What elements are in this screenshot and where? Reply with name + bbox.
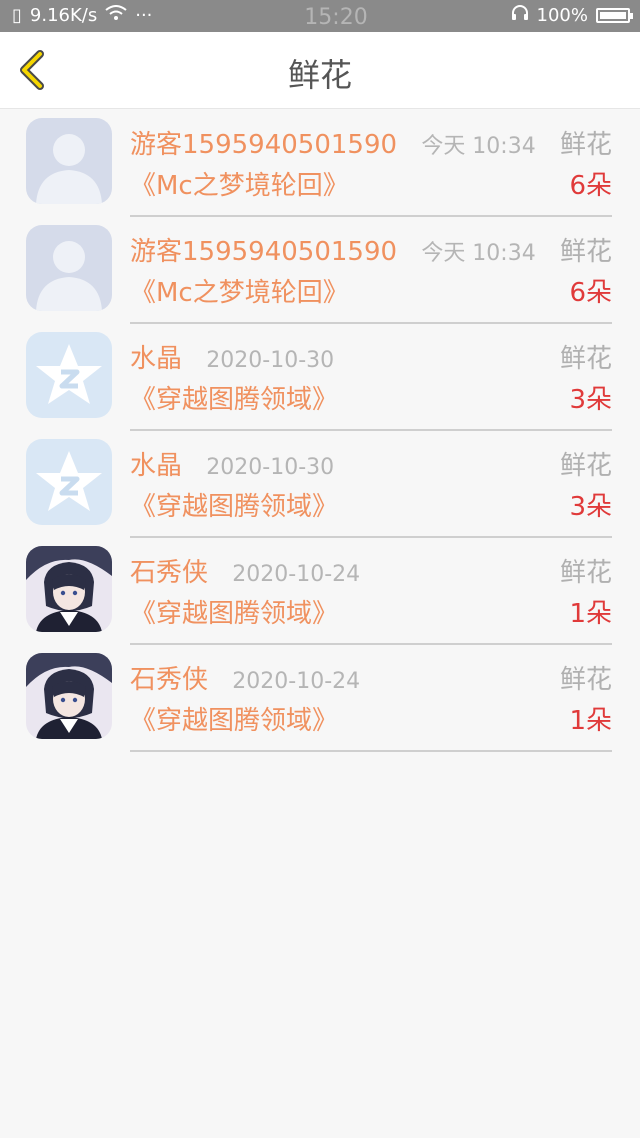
timestamp: 2020-10-30 [206, 348, 335, 373]
book-title[interactable]: 《穿越图腾领域》 [130, 492, 338, 522]
item-detail: 《Mc之梦境轮回》 6朵 [130, 165, 612, 201]
headset-icon [511, 5, 529, 26]
flower-count: 3朵 [569, 492, 612, 522]
flower-count: 1朵 [569, 599, 612, 629]
gift-type: 鲜花 [559, 237, 612, 267]
flower-list: 游客1595940501590 今天 10:34 鲜花 《Mc之梦境轮回》 6朵… [0, 110, 640, 752]
list-item[interactable]: 游客1595940501590 今天 10:34 鲜花 《Mc之梦境轮回》 6朵 [0, 110, 640, 217]
item-header: 石秀侠 2020-10-24 鲜花 [130, 552, 612, 588]
item-detail: 《穿越图腾领域》 1朵 [130, 700, 612, 736]
default-avatar-icon [26, 225, 112, 311]
item-detail: 《穿越图腾领域》 1朵 [130, 593, 612, 629]
avatar[interactable] [26, 653, 112, 739]
user-name: 石秀侠 [130, 558, 209, 588]
book-title[interactable]: 《穿越图腾领域》 [130, 599, 338, 629]
qq-star-avatar-icon [26, 439, 112, 525]
battery-icon [596, 8, 633, 23]
user-name: 游客1595940501590 [130, 130, 398, 160]
item-header: 石秀侠 2020-10-24 鲜花 [130, 659, 612, 695]
status-right: 100% [511, 5, 633, 26]
flower-count: 1朵 [569, 706, 612, 736]
page-title: 鲜花 [287, 56, 352, 94]
list-item[interactable]: 水晶 2020-10-30 鲜花 《穿越图腾领域》 3朵 [0, 324, 640, 431]
status-bar: ▯ 9.16K/s ··· 15:20 100% [0, 0, 640, 32]
flower-count: 3朵 [569, 385, 612, 415]
book-title[interactable]: 《穿越图腾领域》 [130, 706, 338, 736]
timestamp: 2020-10-30 [206, 455, 335, 480]
avatar[interactable] [26, 439, 112, 525]
item-detail: 《穿越图腾领域》 3朵 [130, 486, 612, 522]
avatar[interactable] [26, 225, 112, 311]
item-header: 水晶 2020-10-30 鲜花 [130, 338, 612, 374]
list-item[interactable]: 水晶 2020-10-30 鲜花 《穿越图腾领域》 3朵 [0, 431, 640, 538]
default-avatar-icon [26, 118, 112, 204]
gift-type: 鲜花 [559, 558, 612, 588]
header: 鲜花 [0, 32, 640, 109]
list-item[interactable]: 石秀侠 2020-10-24 鲜花 《穿越图腾领域》 1朵 [0, 645, 640, 752]
gift-type: 鲜花 [559, 344, 612, 374]
user-name: 水晶 [130, 451, 183, 481]
user-name: 石秀侠 [130, 665, 209, 695]
avatar[interactable] [26, 118, 112, 204]
anime-avatar-icon [26, 546, 112, 632]
item-header: 游客1595940501590 今天 10:34 鲜花 [130, 231, 612, 267]
anime-avatar-icon [26, 653, 112, 739]
list-item[interactable]: 游客1595940501590 今天 10:34 鲜花 《Mc之梦境轮回》 6朵 [0, 217, 640, 324]
timestamp: 2020-10-24 [232, 562, 361, 587]
avatar[interactable] [26, 546, 112, 632]
gift-type: 鲜花 [559, 665, 612, 695]
item-header: 游客1595940501590 今天 10:34 鲜花 [130, 124, 612, 160]
list-item[interactable]: 石秀侠 2020-10-24 鲜花 《穿越图腾领域》 1朵 [0, 538, 640, 645]
gift-type: 鲜花 [559, 451, 612, 481]
gift-type: 鲜花 [559, 130, 612, 160]
user-name: 水晶 [130, 344, 183, 374]
book-title[interactable]: 《Mc之梦境轮回》 [130, 278, 349, 308]
timestamp: 2020-10-24 [232, 669, 361, 694]
user-name: 游客1595940501590 [130, 237, 398, 267]
timestamp: 今天 10:34 [421, 241, 536, 266]
book-title[interactable]: 《Mc之梦境轮回》 [130, 171, 349, 201]
book-title[interactable]: 《穿越图腾领域》 [130, 385, 338, 415]
timestamp: 今天 10:34 [421, 134, 536, 159]
flower-count: 6朵 [569, 278, 612, 308]
flower-count: 6朵 [569, 171, 612, 201]
avatar[interactable] [26, 332, 112, 418]
item-header: 水晶 2020-10-30 鲜花 [130, 445, 612, 481]
item-detail: 《Mc之梦境轮回》 6朵 [130, 272, 612, 308]
qq-star-avatar-icon [26, 332, 112, 418]
item-detail: 《穿越图腾领域》 3朵 [130, 379, 612, 415]
battery-percent: 100% [536, 5, 588, 26]
divider [130, 750, 612, 752]
